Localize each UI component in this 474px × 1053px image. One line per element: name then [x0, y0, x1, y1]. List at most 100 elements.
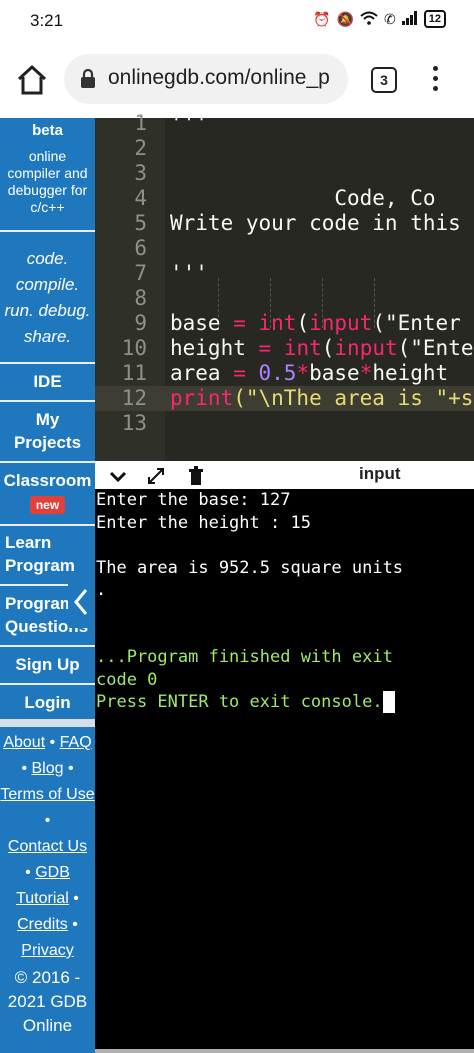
console-line: Enter the base: 127: [96, 490, 291, 510]
new-badge: new: [29, 496, 66, 514]
copyright-text: © 2016 - 2021 GDB Online: [7, 968, 88, 1035]
text-cursor: [382, 691, 395, 713]
sidebar-description: online compiler and debugger for c/c++: [0, 148, 95, 216]
code-line: 2: [95, 136, 474, 161]
mute-icon: 🔕: [336, 10, 355, 27]
code-text: ''': [170, 111, 208, 135]
code-line: 13: [95, 411, 474, 436]
url-text: onlinegdb.com/online_p: [108, 66, 330, 89]
sidebar-divider: [0, 719, 95, 727]
console-prompt-line: Press ENTER to exit console.: [96, 691, 395, 714]
expand-icon[interactable]: [145, 465, 167, 487]
line-number: 7: [134, 261, 147, 285]
code-line-active: 12 print("\nThe area is "+s: [95, 386, 474, 411]
sidebar-item-classroom[interactable]: Classroom new: [0, 469, 95, 515]
sidebar-divider: [0, 683, 95, 685]
terms-link[interactable]: Terms of Use: [0, 786, 94, 803]
faq-link[interactable]: FAQ: [60, 734, 92, 751]
code-text: base = int(input("Enter: [170, 311, 461, 335]
console-output[interactable]: Enter the base: 127 Enter the height : 1…: [95, 489, 474, 1053]
sidebar-item-label: IDE: [33, 372, 62, 391]
sidebar-divider: [0, 461, 95, 463]
code-text: print("\nThe area is "+s: [170, 386, 474, 410]
chevron-down-icon[interactable]: [107, 465, 129, 487]
privacy-link[interactable]: Privacy: [21, 942, 73, 959]
sidebar-item-learn-programming[interactable]: Learn Program: [0, 531, 95, 577]
sidebar-item-label: Login: [24, 693, 71, 712]
console-line: code 0: [96, 669, 158, 690]
code-line: 3: [95, 161, 474, 186]
about-link[interactable]: About: [3, 734, 45, 751]
battery-icon: 12: [423, 10, 446, 28]
contact-link[interactable]: Contact Us: [8, 838, 87, 855]
sidebar-description-line: debugger for: [7, 182, 88, 198]
sidebar-item-ide[interactable]: IDE: [0, 370, 95, 393]
gdb-tutorial-link[interactable]: GDB Tutorial: [16, 864, 70, 907]
sidebar-description-line: online: [28, 148, 67, 164]
code-line: 5 Write your code in this: [95, 211, 474, 236]
collapse-sidebar-button[interactable]: [68, 576, 95, 628]
home-icon[interactable]: [14, 62, 50, 98]
address-bar[interactable]: onlinegdb.com/online_p: [64, 54, 348, 104]
sidebar-item-label: Sign Up: [15, 655, 80, 674]
blog-link[interactable]: Blog: [31, 760, 63, 777]
sidebar-description-line: c/c++: [30, 199, 65, 215]
clear-console-icon[interactable]: [185, 465, 207, 487]
motto-line: share.: [23, 327, 72, 346]
code-line: 10 height = int(input("Ente: [95, 336, 474, 361]
code-editor[interactable]: 1 ''' 2 3 4 Code, Co 5 Write your code in …: [95, 111, 474, 461]
line-number: 4: [134, 186, 147, 210]
sidebar-item-label: Classroom: [3, 471, 92, 490]
sidebar-beta-label: beta: [32, 122, 63, 139]
lock-icon: [80, 68, 96, 88]
console-line: Press ENTER to exit console.: [96, 692, 383, 712]
code-line: 7 ''': [95, 261, 474, 286]
code-line: 1 ''': [95, 111, 474, 136]
code-line: 8: [95, 286, 474, 311]
code-text: ''': [170, 261, 208, 285]
alarm-icon: ⏰: [313, 10, 331, 27]
more-menu-icon[interactable]: [430, 66, 440, 96]
code-text: Write your code in this: [170, 211, 461, 235]
credits-link[interactable]: Credits: [17, 916, 68, 933]
status-bar: 3:21 ⏰ 🔕 ✆ 12: [0, 0, 474, 40]
status-time: 3:21: [30, 11, 64, 30]
line-number: 9: [134, 311, 147, 335]
line-number: 10: [121, 336, 147, 360]
code-text: area = 0.5*base*height: [170, 361, 449, 385]
line-number: 12: [121, 386, 147, 410]
sidebar-description-line: compiler and: [7, 165, 88, 181]
code-text: height = int(input("Ente: [170, 336, 474, 360]
console-line: The area is 952.5 square units: [96, 557, 404, 578]
code-line: 11 area = 0.5*base*height: [95, 361, 474, 386]
console-scrollbar[interactable]: [95, 1049, 474, 1053]
console-input-label[interactable]: input: [359, 464, 401, 484]
console-line: ...Program finished with exit: [96, 647, 393, 667]
line-number: 2: [134, 136, 147, 160]
motto-line: code.: [26, 249, 69, 268]
line-number: 13: [121, 411, 147, 435]
sidebar-item-label: Learn Program: [5, 533, 75, 575]
call-icon: ✆: [384, 10, 396, 27]
sidebar-divider: [0, 645, 95, 647]
sidebar-item-login[interactable]: Login: [0, 691, 95, 714]
sidebar-divider: [0, 230, 95, 232]
line-number: 1: [134, 111, 147, 135]
motto-line: compile.: [15, 275, 80, 294]
sidebar-divider: [0, 524, 95, 526]
sidebar-divider: [0, 400, 95, 402]
tab-switcher-button[interactable]: 3: [371, 67, 397, 93]
sidebar-footer: About • FAQ • Blog • Terms of Use • Cont…: [0, 730, 95, 1038]
sidebar-item-sign-up[interactable]: Sign Up: [0, 653, 95, 676]
sidebar-divider: [0, 362, 95, 364]
line-number: 6: [134, 236, 147, 260]
line-number: 8: [134, 286, 147, 310]
status-icons: ⏰ 🔕 ✆ 12: [313, 10, 446, 28]
motto-line: run. debug.: [4, 301, 91, 320]
sidebar-motto: code. compile. run. debug. share.: [0, 246, 95, 350]
console-toolbar: input: [95, 461, 474, 490]
line-number: 3: [134, 161, 147, 185]
code-text: Code, Co: [170, 186, 436, 210]
chevron-left-icon: [74, 589, 88, 615]
sidebar-item-my-projects[interactable]: My Projects: [0, 408, 95, 454]
